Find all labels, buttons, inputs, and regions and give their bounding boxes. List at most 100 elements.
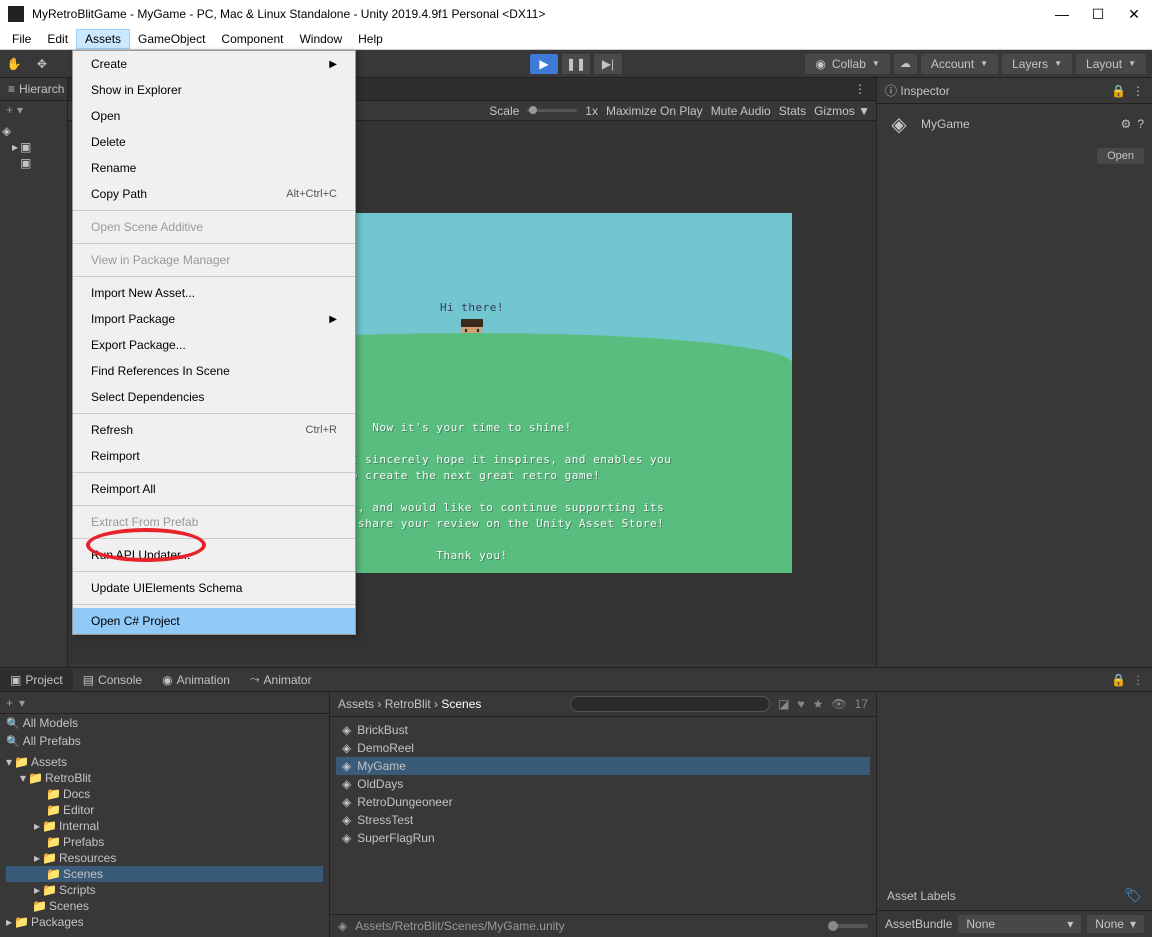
star-icon[interactable]: ★ xyxy=(813,697,824,711)
crumb-scenes[interactable]: Scenes xyxy=(441,697,481,711)
stats-button[interactable]: Stats xyxy=(779,104,806,118)
layers-dropdown[interactable]: Layers▼ xyxy=(1002,54,1072,74)
crumb-retroblit[interactable]: RetroBlit xyxy=(385,697,431,711)
scene-item-retrodungeoneer[interactable]: ◈RetroDungeoneer xyxy=(336,793,870,811)
menu-item-import-new-asset-[interactable]: Import New Asset... xyxy=(73,280,355,306)
menu-assets[interactable]: Assets xyxy=(76,29,130,49)
tree-item-scenes[interactable]: 📁 Scenes xyxy=(6,866,323,882)
favorite-icon[interactable]: ♥ xyxy=(798,697,805,711)
menu-item-update-uielements-schema[interactable]: Update UIElements Schema xyxy=(73,575,355,601)
chevron-icon: ▸ xyxy=(34,819,40,833)
scene-item-superflagrun[interactable]: ◈SuperFlagRun xyxy=(336,829,870,847)
menu-item-find-references-in-scene[interactable]: Find References In Scene xyxy=(73,358,355,384)
hierarchy-item-row[interactable]: ▣ xyxy=(2,155,65,171)
project-tab[interactable]: ▣Project xyxy=(0,669,73,691)
menu-edit[interactable]: Edit xyxy=(39,30,76,48)
collab-dropdown[interactable]: ◉Collab▼ xyxy=(805,54,889,74)
menu-item-copy-path[interactable]: Copy PathAlt+Ctrl+C xyxy=(73,181,355,207)
lock-icon[interactable]: 🔒 xyxy=(1111,673,1126,687)
menu-gameobject[interactable]: GameObject xyxy=(130,30,213,48)
menu-item-refresh[interactable]: RefreshCtrl+R xyxy=(73,417,355,443)
maximize-button[interactable]: ☐ xyxy=(1092,8,1104,20)
chevron-icon: ▾ xyxy=(20,771,26,785)
tree-item-resources[interactable]: ▸📁 Resources xyxy=(6,850,323,866)
crumb-assets[interactable]: Assets xyxy=(338,697,374,711)
mute-audio-button[interactable]: Mute Audio xyxy=(711,104,771,118)
folder-icon: 📁 xyxy=(14,755,29,769)
thumbnail-size-slider[interactable] xyxy=(828,924,868,928)
menu-item-import-package[interactable]: Import Package▶ xyxy=(73,306,355,332)
tree-item-scripts[interactable]: ▸📁 Scripts xyxy=(6,882,323,898)
console-tab[interactable]: ▤Console xyxy=(73,669,152,691)
menu-file[interactable]: File xyxy=(4,30,39,48)
menu-item-show-in-explorer[interactable]: Show in Explorer xyxy=(73,77,355,103)
tree-item-scenes[interactable]: 📁 Scenes xyxy=(6,898,323,914)
hand-tool-icon[interactable]: ✋ xyxy=(0,52,28,76)
scale-slider[interactable] xyxy=(527,109,577,112)
maximize-on-play-button[interactable]: Maximize On Play xyxy=(606,104,703,118)
hierarchy-scene-row[interactable]: ◈ xyxy=(2,123,65,139)
step-button[interactable]: ▶| xyxy=(594,54,622,74)
menu-item-rename[interactable]: Rename xyxy=(73,155,355,181)
more-icon[interactable]: ⋮ xyxy=(854,82,866,96)
menu-help[interactable]: Help xyxy=(350,30,391,48)
animation-tab[interactable]: ◉Animation xyxy=(152,669,240,691)
menu-item-select-dependencies[interactable]: Select Dependencies xyxy=(73,384,355,410)
filter-all-models[interactable]: 🔍 All Models xyxy=(0,714,329,732)
tree-item-editor[interactable]: 📁 Editor xyxy=(6,802,323,818)
close-button[interactable]: ✕ xyxy=(1128,8,1140,20)
menu-item-reimport[interactable]: Reimport xyxy=(73,443,355,469)
inspector-open-button[interactable]: Open xyxy=(1097,148,1144,164)
tree-item-retroblit[interactable]: ▾📁 RetroBlit xyxy=(6,770,323,786)
inspector-tab[interactable]: ⓘ Inspector 🔒⋮ xyxy=(877,78,1152,104)
move-tool-icon[interactable]: ✥ xyxy=(28,52,56,76)
assetbundle-variant-dropdown[interactable]: None▾ xyxy=(1087,915,1144,933)
account-dropdown[interactable]: Account▼ xyxy=(921,54,998,74)
menu-item-open-c-project[interactable]: Open C# Project xyxy=(73,608,355,634)
scene-item-demoreel[interactable]: ◈DemoReel xyxy=(336,739,870,757)
lock-icon[interactable]: 🔒 xyxy=(1111,84,1126,98)
hidden-icon[interactable]: 👁 xyxy=(831,697,846,711)
filter-icon[interactable]: ◪ xyxy=(778,697,789,711)
menu-item-create[interactable]: Create▶ xyxy=(73,51,355,77)
hierarchy-tab[interactable]: ≡Hierarch xyxy=(0,78,67,101)
menu-item-open[interactable]: Open xyxy=(73,103,355,129)
menu-item-export-package-[interactable]: Export Package... xyxy=(73,332,355,358)
scene-item-olddays[interactable]: ◈OldDays xyxy=(336,775,870,793)
more-icon[interactable]: ⋮ xyxy=(1132,84,1144,98)
tree-item-packages[interactable]: ▸📁 Packages xyxy=(6,914,323,930)
pause-button[interactable]: ❚❚ xyxy=(562,54,590,74)
add-button[interactable]: + xyxy=(6,696,13,710)
menubar: File Edit Assets GameObject Component Wi… xyxy=(0,28,1152,50)
minimize-button[interactable]: — xyxy=(1056,8,1068,20)
tree-item-internal[interactable]: ▸📁 Internal xyxy=(6,818,323,834)
tree-item-assets[interactable]: ▾📁 Assets xyxy=(6,754,323,770)
layout-dropdown[interactable]: Layout▼ xyxy=(1076,54,1146,74)
project-path: Assets/RetroBlit/Scenes/MyGame.unity xyxy=(355,919,564,933)
scene-item-mygame[interactable]: ◈MyGame xyxy=(336,757,870,775)
scene-item-brickbust[interactable]: ◈BrickBust xyxy=(336,721,870,739)
hierarchy-item-row[interactable]: ▸▣ xyxy=(2,139,65,155)
animator-tab[interactable]: ⤳Animator xyxy=(240,668,322,691)
cloud-button[interactable]: ☁ xyxy=(894,54,917,74)
menu-item-run-api-updater-[interactable]: Run API Updater... xyxy=(73,542,355,568)
folder-icon: 📁 xyxy=(42,819,57,833)
play-button[interactable]: ▶ xyxy=(530,54,558,74)
menu-item-delete[interactable]: Delete xyxy=(73,129,355,155)
tree-item-prefabs[interactable]: 📁 Prefabs xyxy=(6,834,323,850)
hierarchy-add-button[interactable]: + xyxy=(6,103,13,117)
help-icon[interactable]: ? xyxy=(1137,117,1144,131)
filter-all-prefabs[interactable]: 🔍 All Prefabs xyxy=(0,732,329,750)
assetbundle-dropdown[interactable]: None▾ xyxy=(958,915,1081,933)
gizmos-dropdown[interactable]: Gizmos ▼ xyxy=(814,104,870,118)
tree-item-docs[interactable]: 📁 Docs xyxy=(6,786,323,802)
menu-component[interactable]: Component xyxy=(213,30,291,48)
menu-window[interactable]: Window xyxy=(291,30,350,48)
gear-icon[interactable]: ⚙ xyxy=(1121,117,1132,131)
tag-icon[interactable]: 🏷 xyxy=(1124,887,1142,904)
project-search-input[interactable] xyxy=(570,696,770,712)
assets-context-menu: Create▶Show in ExplorerOpenDeleteRenameC… xyxy=(72,50,356,635)
menu-item-reimport-all[interactable]: Reimport All xyxy=(73,476,355,502)
scene-item-stresstest[interactable]: ◈StressTest xyxy=(336,811,870,829)
more-icon[interactable]: ⋮ xyxy=(1132,673,1144,687)
